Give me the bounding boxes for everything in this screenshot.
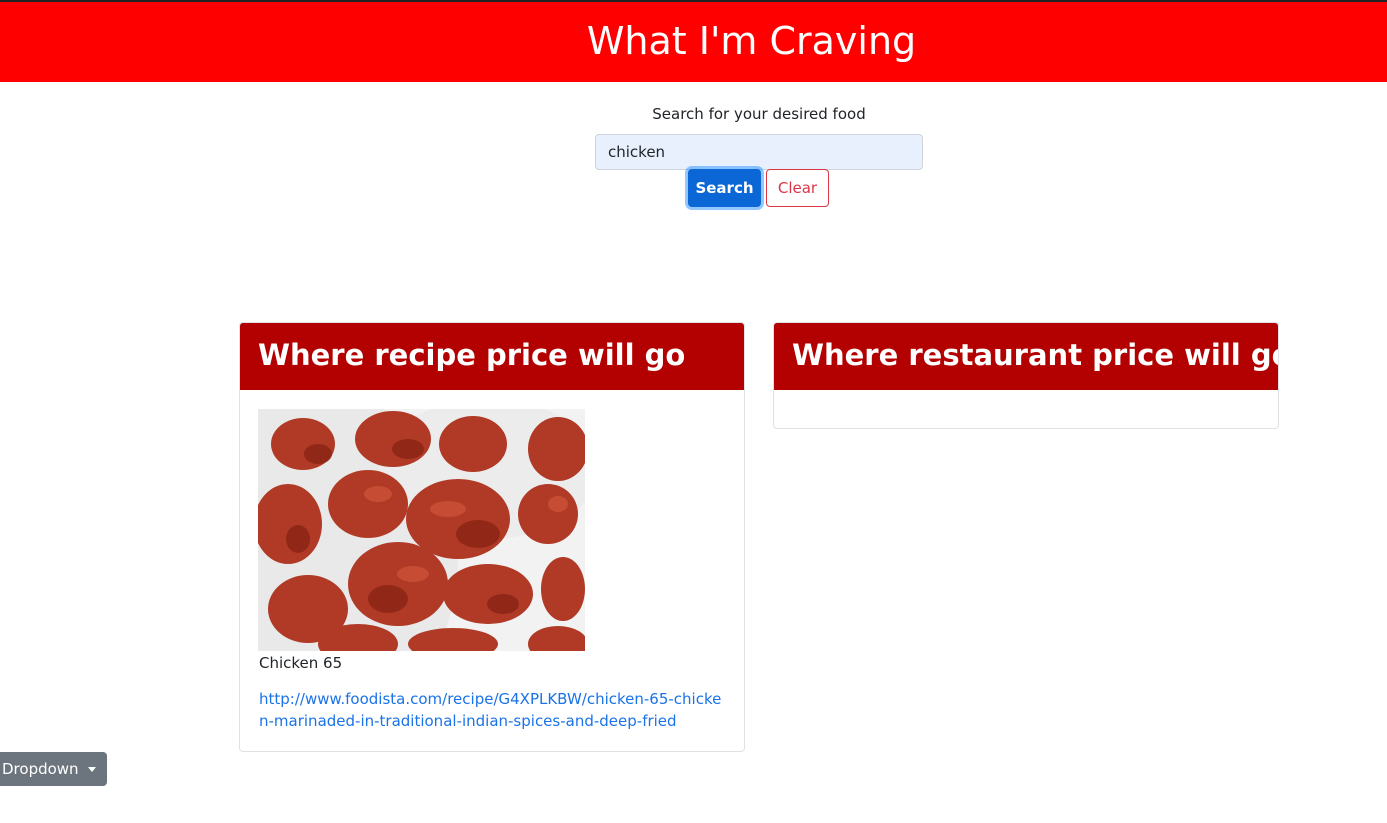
restaurant-card: Where restaurant price will go xyxy=(773,322,1279,429)
fried-chicken-image xyxy=(258,409,585,651)
app-header: What I'm Craving xyxy=(0,0,1387,82)
search-label: Search for your desired food xyxy=(652,105,866,123)
recipe-card-header: Where recipe price will go xyxy=(240,323,744,390)
recipe-link[interactable]: http://www.foodista.com/recipe/G4XPLKBW/… xyxy=(259,688,729,732)
search-button[interactable]: Search xyxy=(688,169,761,207)
search-input[interactable] xyxy=(595,134,923,170)
caret-down-icon xyxy=(87,766,96,772)
dropdown-label: Dropdown xyxy=(2,760,79,778)
dropdown-button[interactable]: Dropdown xyxy=(0,752,107,786)
restaurant-card-header: Where restaurant price will go xyxy=(774,323,1278,390)
recipe-title: Chicken 65 xyxy=(259,654,343,672)
clear-button[interactable]: Clear xyxy=(766,169,829,207)
page-title: What I'm Craving xyxy=(586,19,917,63)
recipe-card: Where recipe price will go Chicken 65 ht… xyxy=(239,322,745,752)
